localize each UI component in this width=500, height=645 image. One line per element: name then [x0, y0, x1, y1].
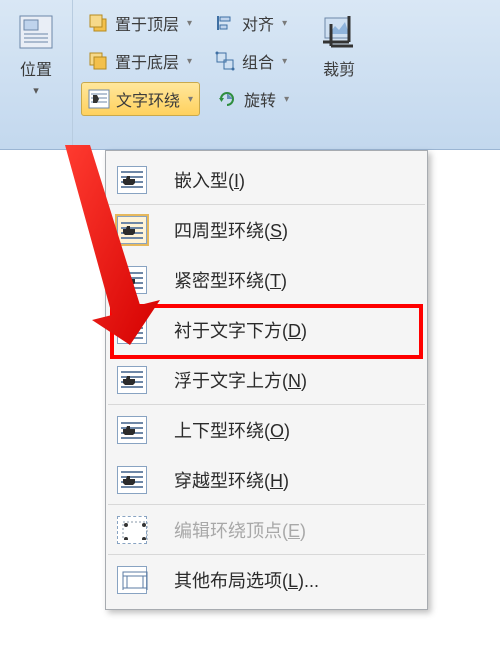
- menu-item-icon-cell: [108, 466, 156, 494]
- menu-item-icon-cell: [108, 366, 156, 394]
- dropdown-caret-icon: ▾: [284, 94, 289, 105]
- dropdown-caret-icon: ▾: [282, 56, 287, 67]
- menu-item-label: 其他布局选项(L)...: [156, 567, 319, 593]
- menu-item-icon-cell: [108, 516, 156, 544]
- dropdown-caret-icon: ▾: [187, 56, 192, 67]
- send-to-back-button[interactable]: 置于底层 ▾: [81, 44, 198, 78]
- dropdown-caret-icon: ▾: [187, 18, 192, 29]
- position-label: 位置: [20, 56, 52, 80]
- crop-label: 裁剪: [323, 56, 355, 80]
- bring-to-front-button[interactable]: 置于顶层 ▾: [81, 6, 198, 40]
- align-label: 对齐: [242, 11, 274, 35]
- text-wrap-button[interactable]: 文字环绕 ▾: [81, 82, 200, 116]
- menu-item-icon-cell: [108, 566, 156, 594]
- caret-down-icon: ▾: [33, 84, 39, 97]
- position-button[interactable]: 位置 ▾: [10, 8, 62, 101]
- wrap-style-icon: [117, 416, 147, 444]
- menu-item-0[interactable]: 嵌入型(I): [108, 155, 425, 205]
- wrap-style-icon: [117, 566, 147, 594]
- rotate-icon: [216, 88, 238, 110]
- menu-item-icon-cell: [108, 216, 156, 244]
- menu-item-label: 编辑环绕顶点(E): [156, 517, 306, 543]
- wrap-style-icon: [117, 166, 147, 194]
- menu-item-3[interactable]: 衬于文字下方(D): [108, 305, 425, 355]
- send-back-label: 置于底层: [115, 49, 179, 73]
- group-icon: [214, 50, 236, 72]
- menu-item-1[interactable]: 四周型环绕(S): [108, 205, 425, 255]
- menu-item-label: 穿越型环绕(H): [156, 467, 289, 493]
- send-back-icon: [87, 50, 109, 72]
- menu-item-6[interactable]: 穿越型环绕(H): [108, 455, 425, 505]
- ribbon: 位置 ▾ 置于顶层 ▾ 对齐 ▾: [0, 0, 500, 150]
- wrap-style-icon: [117, 516, 147, 544]
- menu-item-5[interactable]: 上下型环绕(O): [108, 405, 425, 455]
- ribbon-group-crop: 裁剪: [303, 0, 375, 149]
- menu-item-4[interactable]: 浮于文字上方(N): [108, 355, 425, 405]
- dropdown-caret-icon: ▾: [282, 18, 287, 29]
- position-icon: [16, 12, 56, 52]
- align-button[interactable]: 对齐 ▾: [208, 6, 293, 40]
- menu-item-label: 四周型环绕(S): [156, 217, 288, 243]
- text-wrap-dropdown: 嵌入型(I) 四周型环绕(S) 紧密型环绕(T) 衬于文字下方(D) 浮于文字上方(N)…: [105, 150, 428, 610]
- menu-item-label: 衬于文字下方(D): [156, 317, 307, 343]
- group-label: 组合: [242, 49, 274, 73]
- wrap-style-icon: [117, 216, 147, 244]
- menu-item-label: 上下型环绕(O): [156, 417, 290, 443]
- text-wrap-icon: [88, 88, 110, 110]
- ribbon-group-arrange: 置于顶层 ▾ 对齐 ▾ 置于底层 ▾: [73, 0, 303, 149]
- bring-front-icon: [87, 12, 109, 34]
- dropdown-caret-icon: ▾: [188, 94, 193, 105]
- text-wrap-label: 文字环绕: [116, 87, 180, 111]
- wrap-style-icon: [117, 316, 147, 344]
- menu-item-label: 紧密型环绕(T): [156, 267, 287, 293]
- menu-item-7: 编辑环绕顶点(E): [108, 505, 425, 555]
- menu-item-label: 嵌入型(I): [156, 167, 245, 193]
- align-icon: [214, 12, 236, 34]
- wrap-style-icon: [117, 466, 147, 494]
- crop-button[interactable]: 裁剪: [313, 8, 365, 84]
- rotate-button[interactable]: 旋转 ▾: [210, 82, 295, 116]
- menu-item-8[interactable]: 其他布局选项(L)...: [108, 555, 425, 605]
- menu-item-label: 浮于文字上方(N): [156, 367, 307, 393]
- rotate-label: 旋转: [244, 87, 276, 111]
- menu-item-2[interactable]: 紧密型环绕(T): [108, 255, 425, 305]
- group-button[interactable]: 组合 ▾: [208, 44, 293, 78]
- wrap-style-icon: [117, 366, 147, 394]
- wrap-style-icon: [117, 266, 147, 294]
- menu-item-icon-cell: [108, 166, 156, 194]
- crop-icon: [319, 12, 359, 52]
- ribbon-group-position: 位置 ▾: [0, 0, 73, 149]
- menu-item-icon-cell: [108, 266, 156, 294]
- bring-front-label: 置于顶层: [115, 11, 179, 35]
- menu-item-icon-cell: [108, 316, 156, 344]
- menu-item-icon-cell: [108, 416, 156, 444]
